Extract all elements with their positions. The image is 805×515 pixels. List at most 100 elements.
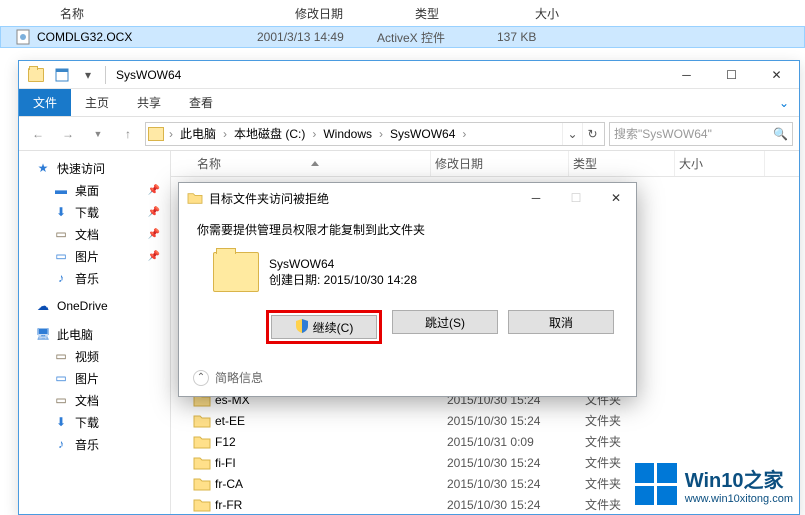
col-size[interactable]: 大小	[675, 151, 765, 176]
picture-icon: ▭	[53, 370, 69, 386]
continue-highlight: 继续(C)	[266, 310, 382, 344]
maximize-button[interactable]: ☐	[709, 61, 754, 89]
address-refresh-icon[interactable]: ↻	[582, 123, 602, 145]
dialog-message: 你需要提供管理员权限才能复制到此文件夹	[197, 221, 618, 238]
address-bar[interactable]: › 此电脑 › 本地磁盘 (C:) › Windows › SysWOW64 ›…	[145, 122, 605, 146]
qat-folder-icon[interactable]	[25, 64, 47, 86]
dialog-details-toggle[interactable]: ⌃ 简略信息	[193, 369, 263, 386]
search-icon[interactable]: 🔍	[773, 127, 788, 141]
breadcrumb-2[interactable]: Windows	[319, 127, 376, 141]
breadcrumb-3[interactable]: SysWOW64	[386, 127, 459, 141]
sort-asc-icon	[311, 161, 319, 166]
folder-icon	[193, 455, 211, 471]
folder-icon	[187, 191, 203, 205]
breadcrumb-1[interactable]: 本地磁盘 (C:)	[230, 125, 309, 142]
separator	[105, 66, 106, 84]
nav-recent-icon[interactable]: ▼	[85, 121, 111, 147]
cancel-button[interactable]: 取消	[508, 310, 614, 334]
sidebar-music2[interactable]: ♪音乐	[19, 433, 170, 455]
sidebar-pictures2[interactable]: ▭图片	[19, 367, 170, 389]
chevron-right-icon[interactable]: ›	[459, 127, 469, 141]
parent-col-type[interactable]: 类型	[415, 5, 535, 22]
parent-file-date: 2001/3/13 14:49	[257, 30, 377, 44]
sidebar-onedrive[interactable]: ☁OneDrive	[19, 295, 170, 317]
download-icon: ⬇	[53, 204, 69, 220]
parent-col-date[interactable]: 修改日期	[295, 5, 415, 22]
sidebar-music[interactable]: ♪音乐	[19, 267, 170, 289]
folder-icon	[193, 476, 211, 492]
col-type[interactable]: 类型	[569, 151, 675, 176]
skip-button[interactable]: 跳过(S)	[392, 310, 498, 334]
sidebar-documents2[interactable]: ▭文档	[19, 389, 170, 411]
dialog-folder-created: 创建日期: 2015/10/30 14:28	[269, 271, 417, 288]
download-icon: ⬇	[53, 414, 69, 430]
breadcrumb-0[interactable]: 此电脑	[176, 125, 220, 142]
desktop-icon: ▬	[53, 182, 69, 198]
address-dropdown-icon[interactable]: ⌄	[562, 123, 582, 145]
nav-up-icon[interactable]: ↑	[115, 121, 141, 147]
dialog-close-button[interactable]: ✕	[596, 183, 636, 213]
big-folder-icon	[213, 252, 259, 292]
dialog-buttons: 继续(C) 跳过(S) 取消	[197, 310, 618, 344]
pin-icon: 📌	[148, 229, 160, 240]
nav-back-icon[interactable]: ←	[25, 121, 51, 147]
column-headers: 名称 修改日期 类型 大小	[171, 151, 799, 177]
sidebar-quick-access[interactable]: ★ 快速访问	[19, 157, 170, 179]
ribbon-view-tab[interactable]: 查看	[175, 89, 227, 116]
cloud-icon: ☁	[35, 298, 51, 314]
access-denied-dialog: 目标文件夹访问被拒绝 ─ ☐ ✕ 你需要提供管理员权限才能复制到此文件夹 Sys…	[178, 182, 637, 397]
parent-file-row[interactable]: COMDLG32.OCX 2001/3/13 14:49 ActiveX 控件 …	[0, 26, 805, 48]
watermark-url: www.win10xitong.com	[685, 493, 793, 505]
computer-icon: 🖥	[35, 326, 51, 342]
sidebar-documents[interactable]: ▭文档📌	[19, 223, 170, 245]
qat-properties-icon[interactable]	[51, 64, 73, 86]
dialog-maximize-button: ☐	[556, 183, 596, 213]
window-title: SysWOW64	[116, 68, 181, 82]
ribbon-expand-icon[interactable]: ⌄	[769, 89, 799, 116]
ribbon-share-tab[interactable]: 共享	[123, 89, 175, 116]
document-icon: ▭	[53, 392, 69, 408]
dialog-titlebar: 目标文件夹访问被拒绝 ─ ☐ ✕	[179, 183, 636, 213]
sidebar-this-pc[interactable]: 🖥此电脑	[19, 323, 170, 345]
chevron-right-icon[interactable]: ›	[166, 127, 176, 141]
dialog-minimize-button[interactable]: ─	[516, 183, 556, 213]
col-name[interactable]: 名称	[193, 151, 431, 176]
dialog-title: 目标文件夹访问被拒绝	[209, 190, 329, 207]
folder-icon	[193, 497, 211, 513]
picture-icon: ▭	[53, 248, 69, 264]
chevron-right-icon[interactable]: ›	[376, 127, 386, 141]
sidebar-downloads[interactable]: ⬇下载📌	[19, 201, 170, 223]
qat-dropdown-icon[interactable]: ▾	[77, 64, 99, 86]
close-button[interactable]: ✕	[754, 61, 799, 89]
folder-icon	[193, 413, 211, 429]
sidebar-videos[interactable]: ▭视频	[19, 345, 170, 367]
address-folder-icon	[148, 127, 164, 141]
list-item[interactable]: F122015/10/31 0:09文件夹	[177, 431, 799, 452]
col-date[interactable]: 修改日期	[431, 151, 569, 176]
search-input[interactable]: 搜索"SysWOW64" 🔍	[609, 122, 793, 146]
chevron-right-icon[interactable]: ›	[220, 127, 230, 141]
ribbon-file-tab[interactable]: 文件	[19, 89, 71, 116]
sidebar-downloads2[interactable]: ⬇下载	[19, 411, 170, 433]
list-item[interactable]: et-EE2015/10/30 15:24文件夹	[177, 410, 799, 431]
dialog-folder-name: SysWOW64	[269, 257, 417, 271]
continue-button[interactable]: 继续(C)	[271, 315, 377, 339]
pin-icon: 📌	[148, 207, 160, 218]
sidebar-desktop[interactable]: ▬桌面📌	[19, 179, 170, 201]
windows-logo-icon	[635, 463, 677, 505]
search-placeholder: 搜索"SysWOW64"	[614, 125, 712, 142]
minimize-button[interactable]: ─	[664, 61, 709, 89]
ribbon-home-tab[interactable]: 主页	[71, 89, 123, 116]
parent-col-size[interactable]: 大小	[535, 5, 559, 22]
dialog-folder-info: SysWOW64 创建日期: 2015/10/30 14:28	[213, 252, 618, 292]
watermark-brand: Win10之家	[685, 464, 793, 493]
nav-forward-icon[interactable]: →	[55, 121, 81, 147]
parent-file-size: 137 KB	[497, 30, 617, 44]
explorer-titlebar: ▾ SysWOW64 ─ ☐ ✕	[19, 61, 799, 89]
parent-col-name[interactable]: 名称	[60, 5, 295, 22]
chevron-right-icon[interactable]: ›	[309, 127, 319, 141]
navbar: ← → ▼ ↑ › 此电脑 › 本地磁盘 (C:) › Windows › Sy…	[19, 117, 799, 151]
music-icon: ♪	[53, 436, 69, 452]
sidebar-pictures[interactable]: ▭图片📌	[19, 245, 170, 267]
pin-icon: 📌	[148, 251, 160, 262]
